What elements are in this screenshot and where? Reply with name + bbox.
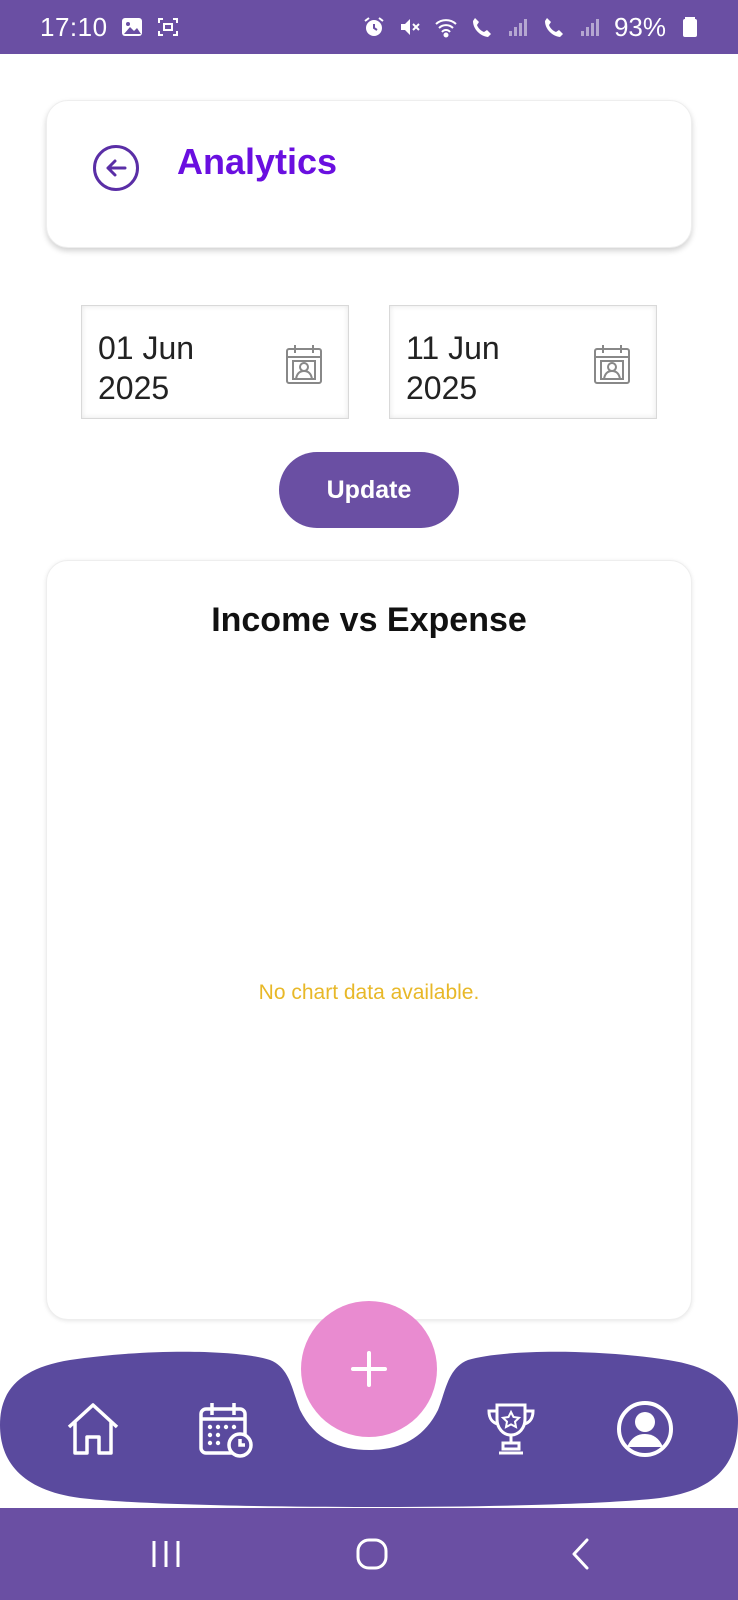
wifi-call-2-icon bbox=[542, 15, 566, 39]
start-date-value: 01 Jun 2025 bbox=[98, 330, 195, 406]
nav-profile[interactable] bbox=[612, 1396, 678, 1462]
chart-card: Income vs Expense No chart data availabl… bbox=[46, 560, 692, 1320]
calendar-icon[interactable] bbox=[284, 342, 324, 386]
signal-2-icon bbox=[578, 15, 602, 39]
gallery-icon bbox=[120, 15, 144, 39]
recent-apps-button[interactable] bbox=[146, 1534, 186, 1574]
signal-1-icon bbox=[506, 15, 530, 39]
calendar-icon[interactable] bbox=[592, 342, 632, 386]
wifi-call-1-icon bbox=[470, 15, 494, 39]
status-time: 17:10 bbox=[40, 11, 108, 42]
nav-rewards[interactable] bbox=[478, 1396, 544, 1462]
nav-calendar[interactable] bbox=[192, 1396, 258, 1462]
mute-icon bbox=[398, 15, 422, 39]
back-arrow-icon bbox=[106, 159, 127, 177]
home-icon bbox=[67, 1403, 119, 1455]
header-card: Analytics bbox=[46, 100, 692, 248]
trophy-icon bbox=[487, 1403, 535, 1455]
alarm-icon bbox=[362, 15, 386, 39]
screen-capture-icon bbox=[156, 15, 180, 39]
chart-title: Income vs Expense bbox=[211, 601, 527, 639]
status-left: 17:10 bbox=[40, 12, 180, 43]
analytics-screen: 17:10 93% Analytics 01 Jun 2025 11 Jun 2… bbox=[0, 0, 738, 1600]
nav-home[interactable] bbox=[60, 1396, 126, 1462]
system-nav-bar bbox=[0, 1508, 738, 1600]
recent-apps-icon bbox=[152, 1541, 180, 1567]
back-system-button[interactable] bbox=[562, 1534, 602, 1574]
home-button-icon bbox=[356, 1538, 388, 1570]
profile-icon bbox=[617, 1401, 673, 1457]
calendar-schedule-icon bbox=[199, 1403, 253, 1458]
back-icon bbox=[572, 1538, 589, 1570]
status-bar: 17:10 93% bbox=[0, 0, 738, 54]
battery-icon bbox=[678, 15, 702, 39]
add-button[interactable] bbox=[301, 1301, 437, 1437]
battery-level: 93% bbox=[613, 11, 666, 42]
update-button[interactable]: Update bbox=[279, 452, 459, 528]
add-icon bbox=[351, 1351, 387, 1387]
end-date-picker[interactable]: 11 Jun 2025 bbox=[389, 305, 657, 419]
wifi-icon bbox=[434, 15, 458, 39]
back-button[interactable] bbox=[93, 145, 139, 191]
page-title: Analytics bbox=[177, 141, 338, 182]
chart-empty-message: No chart data available. bbox=[258, 981, 480, 1004]
start-date-picker[interactable]: 01 Jun 2025 bbox=[81, 305, 349, 419]
home-system-button[interactable] bbox=[352, 1534, 392, 1574]
end-date-value: 11 Jun 2025 bbox=[406, 330, 500, 406]
status-right: 93% bbox=[362, 12, 702, 43]
